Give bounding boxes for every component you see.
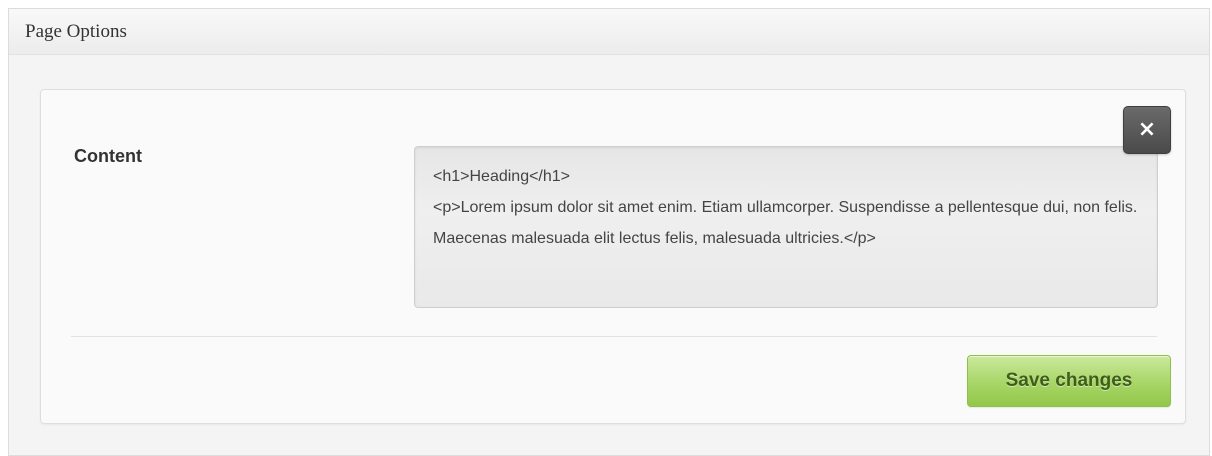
page-options-panel: Page Options Content <h1>Heading</h1> <p… [8, 8, 1210, 456]
panel-title: Page Options [9, 9, 1209, 55]
close-icon[interactable]: × [1123, 106, 1171, 154]
content-textarea[interactable]: <h1>Heading</h1> <p>Lorem ipsum dolor si… [414, 146, 1158, 308]
content-label: Content [74, 146, 142, 166]
save-changes-button[interactable]: Save changes [967, 355, 1171, 407]
divider [71, 336, 1157, 337]
content-card: Content <h1>Heading</h1> <p>Lorem ipsum … [40, 89, 1186, 424]
